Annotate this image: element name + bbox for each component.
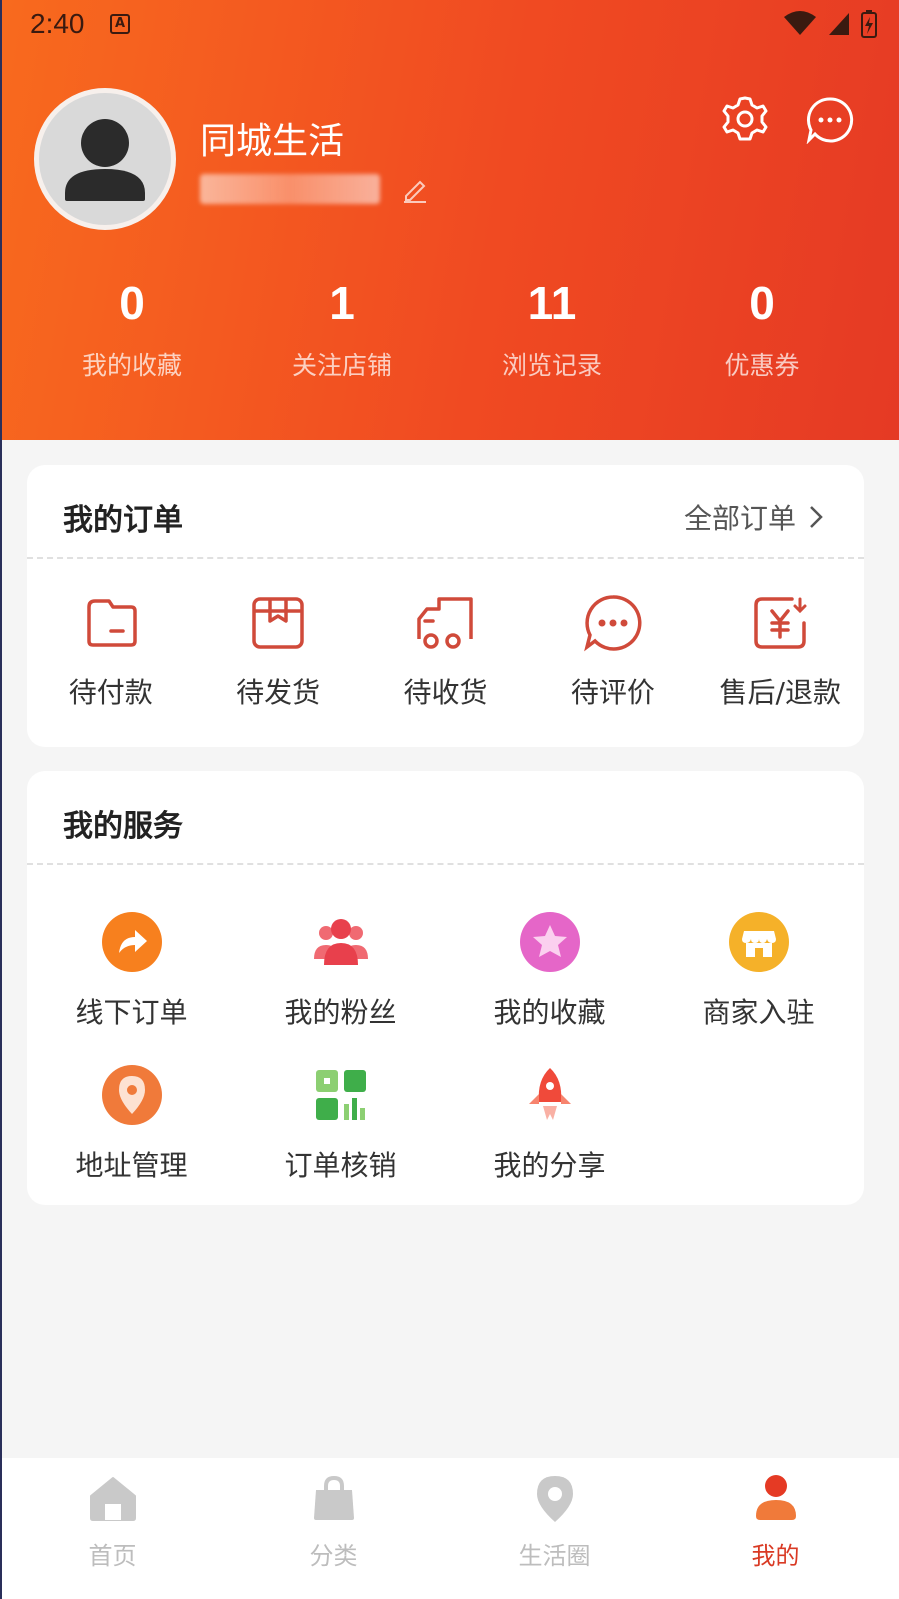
tab-label: 首页 (88, 1542, 137, 1570)
battery-icon (861, 10, 877, 38)
service-share[interactable]: 我的分享 (445, 1064, 654, 1217)
service-label: 我的收藏 (493, 996, 606, 1029)
status-bar: 2:40 A (2, 0, 899, 50)
stat-value: 11 (527, 277, 577, 329)
order-label: 售后/退款 (719, 676, 841, 709)
location-icon (101, 1065, 162, 1125)
package-icon (252, 597, 304, 649)
users-icon (313, 919, 368, 965)
orders-card: 我的订单 全部订单 待付款 待发货 待收货 待评价 售后/退款 (27, 465, 864, 747)
gear-icon[interactable] (720, 94, 770, 144)
wifi-icon (784, 11, 816, 35)
status-time: 2:40 (30, 8, 85, 39)
service-fans[interactable]: 我的粉丝 (236, 911, 445, 1064)
profile-header: 2:40 A 同城生活 0 我的收藏 1 关注店铺 11 浏览记录 0 优惠券 (2, 0, 899, 440)
service-label: 线下订单 (75, 996, 188, 1029)
stat-value: 0 (749, 277, 775, 329)
service-favorites[interactable]: 我的收藏 (445, 911, 654, 1064)
order-pending-review[interactable]: 待评价 (529, 593, 696, 711)
order-label: 待评价 (570, 676, 655, 709)
stat-label: 优惠券 (724, 351, 800, 380)
map-pin-icon (536, 1476, 573, 1522)
stat-value: 1 (329, 277, 355, 329)
order-label: 待收货 (403, 676, 488, 709)
tab-label: 我的 (751, 1542, 800, 1570)
arrow-share-icon (101, 912, 162, 972)
service-address[interactable]: 地址管理 (27, 1064, 236, 1217)
stat-label: 关注店铺 (291, 351, 392, 380)
edit-icon[interactable] (400, 174, 430, 204)
order-pending-receipt[interactable]: 待收货 (362, 593, 529, 711)
tab-label: 分类 (309, 1542, 358, 1570)
order-status-row: 待付款 待发货 待收货 待评价 售后/退款 (27, 593, 864, 711)
status-icons (783, 10, 877, 38)
stat-history[interactable]: 11 浏览记录 (447, 270, 657, 382)
order-pending-shipment[interactable]: 待发货 (194, 593, 361, 711)
message-icon[interactable] (806, 96, 854, 144)
avatar[interactable] (34, 88, 176, 230)
divider (27, 557, 864, 559)
tab-life-circle[interactable]: 生活圈 (444, 1458, 665, 1599)
service-offline-orders[interactable]: 线下订单 (27, 911, 236, 1064)
tab-category[interactable]: 分类 (223, 1458, 444, 1599)
service-label: 订单核销 (284, 1149, 397, 1182)
stat-label: 浏览记录 (501, 351, 602, 380)
truck-icon (417, 597, 474, 649)
refund-icon (754, 597, 807, 649)
username: 同城生活 (200, 121, 345, 162)
stat-value: 0 (119, 277, 145, 329)
phone-number-masked (200, 174, 380, 204)
star-icon (519, 912, 580, 972)
bag-icon (313, 1475, 354, 1520)
stat-label: 我的收藏 (81, 351, 182, 380)
qrcode-icon (315, 1070, 366, 1120)
comment-icon (583, 595, 642, 652)
services-grid: 线下订单 我的粉丝 我的收藏 商家入驻 地址管理 订单核销 我的分享 (27, 911, 864, 1217)
service-label: 我的分享 (493, 1149, 606, 1182)
order-pending-payment[interactable]: 待付款 (27, 593, 194, 711)
all-orders-label: 全部订单 (683, 502, 796, 535)
chevron-right-icon (810, 506, 823, 528)
order-label: 待付款 (68, 676, 153, 709)
order-label: 待发货 (236, 676, 321, 709)
services-title: 我的服务 (63, 809, 183, 844)
stat-coupons[interactable]: 0 优惠券 (657, 270, 867, 382)
store-icon (728, 912, 789, 972)
user-avatar-icon (65, 119, 145, 201)
service-order-verify[interactable]: 订单核销 (236, 1064, 445, 1217)
notification-icon: A (110, 14, 130, 34)
stat-favorites[interactable]: 0 我的收藏 (27, 270, 237, 382)
rocket-icon (528, 1068, 571, 1120)
all-orders-link[interactable]: 全部订单 (684, 497, 824, 537)
service-label: 我的粉丝 (284, 996, 397, 1029)
wallet-icon (86, 599, 137, 647)
service-label: 地址管理 (75, 1149, 188, 1182)
services-card: 我的服务 线下订单 我的粉丝 我的收藏 商家入驻 地址管理 订单核销 我的分享 (27, 771, 864, 1205)
tab-label: 生活圈 (518, 1542, 591, 1570)
signal-icon (829, 13, 849, 35)
tab-home[interactable]: 首页 (2, 1458, 223, 1599)
tab-mine[interactable]: 我的 (665, 1458, 886, 1599)
orders-title: 我的订单 (63, 503, 183, 538)
home-icon (89, 1477, 136, 1521)
user-icon (755, 1475, 796, 1520)
service-merchant-join[interactable]: 商家入驻 (654, 911, 863, 1064)
service-label: 商家入驻 (702, 996, 815, 1029)
stat-followed-stores[interactable]: 1 关注店铺 (237, 270, 447, 382)
bottom-tabbar: 首页 分类 生活圈 我的 (2, 1458, 899, 1599)
order-refund[interactable]: 售后/退款 (697, 593, 864, 711)
stats-row: 0 我的收藏 1 关注店铺 11 浏览记录 0 优惠券 (27, 270, 867, 382)
divider (27, 863, 864, 865)
